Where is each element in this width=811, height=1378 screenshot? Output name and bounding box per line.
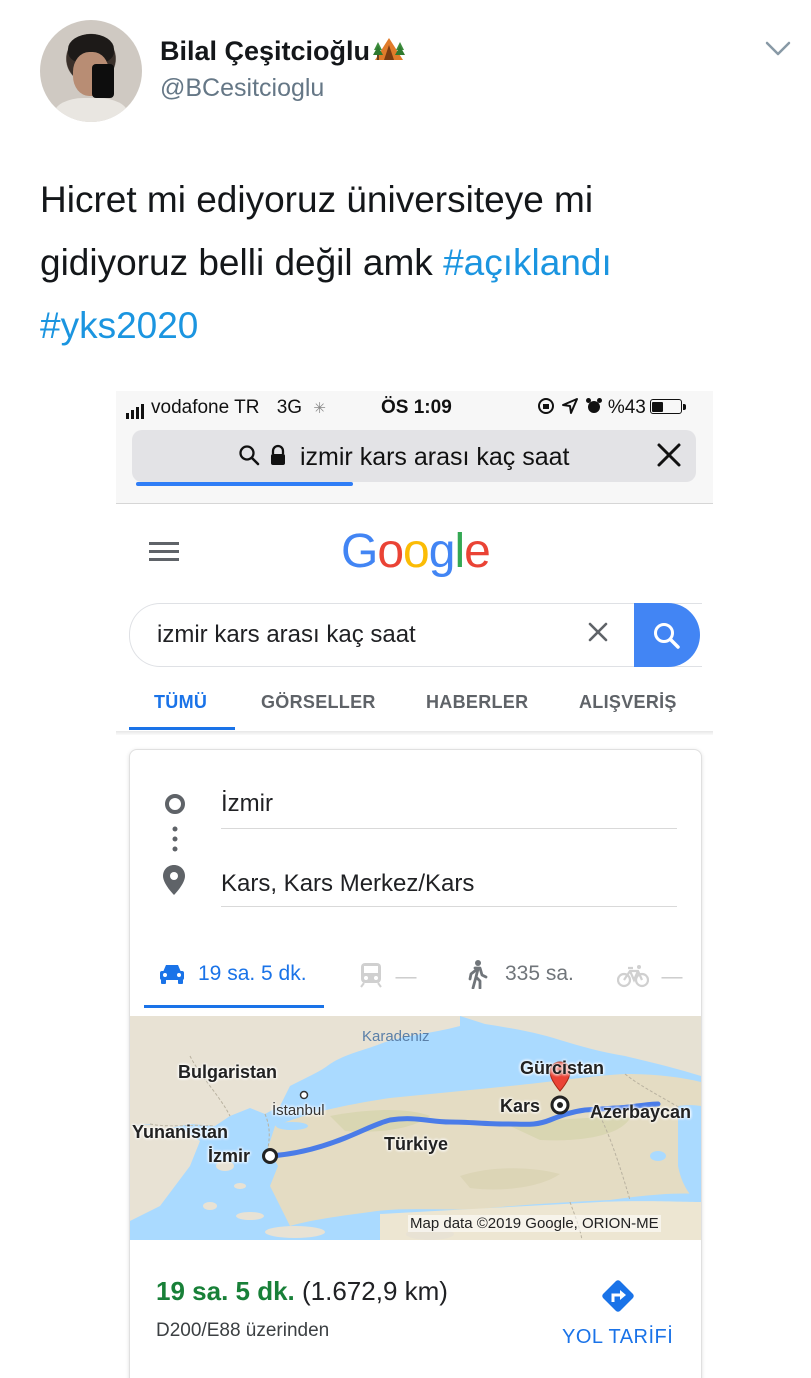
status-left: vodafone TR 3G ✳ [126,397,326,419]
search-icon [239,445,260,466]
train-icon [360,963,382,988]
route-distance: (1.672,9 km) [302,1276,448,1306]
walk-duration[interactable]: 335 sa. [505,962,574,986]
car-icon[interactable] [158,962,186,991]
divider [116,731,713,735]
alarm-icon [585,398,602,413]
directions-icon[interactable] [600,1278,636,1319]
directions-card: İzmir Kars, Kars Merkez/Kars 19 sa. 5 dk… [129,749,702,1378]
search-input-value: izmir kars arası kaç saat [157,621,416,648]
bike-duration: — [661,965,683,988]
bike-mode[interactable]: — [616,964,683,989]
address-bar[interactable]: izmir kars arası kaç saat [132,430,696,482]
battery-percent: %43 [607,397,646,418]
tent-icon [372,36,406,69]
tab-images[interactable]: GÖRSELLER [261,692,376,713]
directions-button[interactable]: YOL TARİFİ [562,1326,673,1349]
route-summary: 19 sa. 5 dk. (1.672,9 km) D200/E88 üzeri… [130,1240,701,1378]
search-icon [654,623,680,649]
logo-letter: o [403,525,430,578]
bike-icon [616,965,650,988]
route-map[interactable]: Karadeniz Bulgaristan İstanbul Yunanista… [130,1016,701,1240]
address-bar-text: izmir kars arası kaç saat [300,443,570,471]
logo-letter: o [377,525,404,578]
status-time: ÖS 1:09 [381,397,452,418]
route-via: D200/E88 üzerinden [156,1320,330,1341]
search-input[interactable]: izmir kars arası kaç saat [129,603,702,667]
user-handle[interactable]: @BCesitcioglu [160,74,324,103]
hashtag-link[interactable]: #yks2020 [40,305,198,346]
tweet-text: Hicret mi ediyoruz üniversiteye mi gidiy… [40,168,760,357]
hamburger-menu-icon[interactable] [149,541,181,568]
chevron-down-icon[interactable] [764,40,792,63]
destination-pin-icon [162,864,186,901]
tweet-text-line2: gidiyoruz belli değil amk [40,242,444,283]
activity-spinner-icon: ✳ [313,400,326,417]
network-label: 3G [276,397,303,418]
map-label-georgia: Gürcistan [520,1058,605,1078]
map-attribution: Map data ©2019 Google, ORION-ME [408,1215,661,1232]
status-bar: vodafone TR 3G ✳ ÖS 1:09 %43 [116,391,713,427]
display-name[interactable]: Bilal Çeşitcioğlu [160,36,406,69]
tab-all[interactable]: TÜMÜ [154,692,207,713]
tab-news[interactable]: HABERLER [426,692,528,713]
google-logo[interactable]: Google [341,524,491,579]
origin-value: İzmir [221,790,273,817]
map-label-turkey: Türkiye [384,1134,449,1154]
route-duration-text: 19 sa. 5 dk. [156,1276,295,1306]
browser-toolbar: izmir kars arası kaç saat [116,427,713,504]
active-tab-indicator [129,727,235,730]
display-name-text: Bilal Çeşitcioğlu [160,36,371,66]
logo-letter: G [341,525,378,578]
map-label-kars: Kars [500,1096,541,1116]
hashtag-link[interactable]: #açıklandı [443,242,612,283]
logo-letter: l [454,525,465,578]
map-label-greece: Yunanistan [132,1122,229,1142]
origin-field[interactable]: İzmir [221,784,677,829]
carrier-label: vodafone TR [151,397,260,418]
map-label-istanbul: İstanbul [272,1102,325,1119]
attached-screenshot[interactable]: vodafone TR 3G ✳ ÖS 1:09 %43 izmir kars … [116,391,713,1378]
clear-search-icon[interactable] [587,621,609,648]
logo-letter: e [464,525,491,578]
travel-modes: 19 sa. 5 dk. — 335 sa. — [130,942,701,1016]
logo-letter: g [428,525,456,578]
signal-icon [126,397,146,419]
walk-icon[interactable] [466,959,488,994]
search-tabs: TÜMÜ GÖRSELLER HABERLER ALIŞVERİŞ [116,683,713,733]
origin-circle-icon [163,792,187,821]
destination-value: Kars, Kars Merkez/Kars [221,870,475,897]
car-duration[interactable]: 19 sa. 5 dk. [198,962,307,986]
lock-icon [271,444,286,465]
train-mode[interactable]: — [359,962,416,989]
search-button[interactable] [634,603,700,667]
map-label-bulgaria: Bulgaristan [178,1062,278,1082]
avatar[interactable] [40,20,142,122]
location-arrow-icon [562,398,579,414]
train-duration: — [395,965,417,988]
active-mode-indicator [144,1005,324,1008]
status-right: %43 [536,397,686,419]
tweet-text-line1: Hicret mi ediyoruz üniversiteye mi [40,179,594,220]
map-label-sea: Karadeniz [362,1028,430,1045]
destination-field[interactable]: Kars, Kars Merkez/Kars [221,862,677,907]
map-label-azerbaijan: Azerbaycan [590,1102,692,1122]
map-label-izmir: İzmir [208,1146,251,1166]
route-duration: 19 sa. 5 dk. (1.672,9 km) [156,1276,448,1307]
page-load-progress [136,482,353,486]
close-icon[interactable] [656,442,682,473]
rotation-lock-icon [538,398,554,414]
tab-shopping[interactable]: ALIŞVERİŞ [579,692,677,713]
battery-icon [649,399,686,414]
route-dots-icon [172,826,178,859]
